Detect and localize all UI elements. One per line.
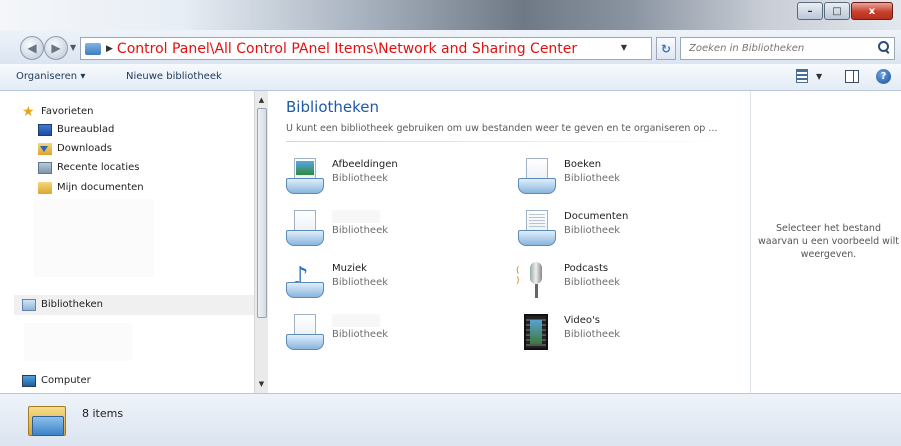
forward-button[interactable]: ▶ [44, 36, 68, 60]
library-name: Afbeeldingen [332, 159, 398, 170]
organize-button[interactable]: Organiseren ▾ [16, 71, 85, 82]
window-controls: – □ x [796, 2, 893, 20]
library-type: Bibliotheek [332, 329, 389, 340]
item-count: 8 items [82, 407, 124, 420]
library-name: Video's [564, 315, 600, 326]
library-item-books[interactable]: Boeken Bibliotheek [516, 156, 736, 204]
library-name: Documenten [564, 211, 629, 222]
recent-pages-dropdown[interactable]: ▼ [70, 43, 76, 52]
scrollbar-thumb[interactable] [257, 108, 267, 318]
address-path[interactable]: Control Panel\All Control PAnel Items\Ne… [117, 41, 577, 57]
libraries-icon [85, 42, 101, 55]
sidebar-item-label: Downloads [57, 143, 112, 154]
downloads-folder-icon [38, 142, 52, 155]
library-type: Bibliotheek [332, 173, 389, 184]
desktop-icon [38, 123, 52, 136]
back-button[interactable]: ◀ [20, 36, 44, 60]
chevron-right-icon[interactable]: ▶ [106, 44, 113, 54]
library-name-blank [332, 314, 380, 327]
pictures-library-icon [284, 158, 324, 196]
library-item-podcasts[interactable]: (( )) Podcasts Bibliotheek [516, 260, 736, 308]
sidebar-item-label: Mijn documenten [57, 182, 144, 193]
library-type: Bibliotheek [332, 277, 389, 288]
title-bar: – □ x [0, 0, 901, 30]
library-name: Muziek [332, 263, 367, 274]
blank-area [24, 323, 132, 361]
computer-icon [22, 374, 36, 387]
blank-area [34, 199, 154, 277]
help-icon[interactable]: ? [876, 69, 891, 84]
library-item-pictures[interactable]: Afbeeldingen Bibliotheek [284, 156, 504, 204]
new-library-button[interactable]: Nieuwe bibliotheek [126, 71, 222, 82]
search-input[interactable] [681, 43, 871, 54]
minimize-button[interactable]: – [797, 2, 823, 20]
refresh-button[interactable]: ↻ [656, 37, 676, 60]
library-item-music[interactable]: ♪ Muziek Bibliotheek [284, 260, 504, 308]
library-item-documents[interactable]: Documenten Bibliotheek [516, 208, 736, 256]
sidebar-item-label: Bureaublad [57, 124, 115, 135]
view-options-dropdown[interactable]: ▼ [816, 72, 822, 81]
library-name-blank [332, 210, 380, 223]
library-type: Bibliotheek [564, 225, 621, 236]
change-view-icon[interactable] [796, 69, 808, 83]
preview-pane: Selecteer het bestand waarvan u een voor… [750, 91, 901, 393]
address-dropdown-icon[interactable]: ▼ [621, 43, 627, 52]
library-type: Bibliotheek [332, 225, 389, 236]
sidebar-item-libraries[interactable]: Bibliotheken [22, 296, 103, 313]
page-description: U kunt een bibliotheek gebruiken om uw b… [286, 123, 718, 134]
search-icon[interactable] [878, 41, 889, 52]
arrow-right-icon: ▶ [51, 41, 61, 55]
books-library-icon [516, 158, 556, 196]
sidebar-item-label: Bibliotheken [41, 299, 103, 310]
sidebar-item-label: Favorieten [41, 106, 94, 117]
recent-places-icon [38, 161, 52, 174]
library-icon [284, 314, 324, 352]
scroll-up-icon[interactable]: ▲ [255, 93, 268, 107]
libraries-icon [22, 298, 36, 311]
details-bar: 8 items [0, 393, 901, 446]
preview-pane-icon[interactable] [845, 70, 859, 83]
library-name: Podcasts [564, 263, 609, 274]
sidebar-item-recent-places[interactable]: Recente locaties [38, 159, 139, 176]
address-row: ◀ ▶ ▼ ▶ Control Panel\All Control PAnel … [0, 30, 901, 64]
navigation-scrollbar[interactable]: ▲ ▼ [254, 91, 268, 393]
videos-library-icon [516, 314, 556, 352]
library-type: Bibliotheek [564, 329, 621, 340]
sidebar-item-label: Computer [41, 375, 91, 386]
address-bar[interactable]: ▶ Control Panel\All Control PAnel Items\… [80, 37, 652, 60]
library-item-videos[interactable]: Video's Bibliotheek [516, 312, 736, 360]
podcasts-library-icon: (( )) [516, 262, 556, 300]
sidebar-item-desktop[interactable]: Bureaublad [38, 121, 114, 138]
documents-library-icon [516, 210, 556, 248]
sidebar-item-favorites[interactable]: ★ Favorieten [22, 103, 93, 120]
sidebar-item-my-documents[interactable]: Mijn documenten [38, 179, 144, 196]
page-title: Bibliotheken [286, 98, 379, 116]
scroll-down-icon[interactable]: ▼ [255, 377, 268, 391]
divider [286, 141, 736, 142]
library-item-unnamed[interactable]: Bibliotheek [284, 312, 504, 360]
star-icon: ★ [22, 103, 35, 120]
library-type: Bibliotheek [564, 277, 621, 288]
sidebar-item-computer[interactable]: Computer [22, 372, 91, 389]
command-bar: Organiseren ▾ Nieuwe bibliotheek ▼ ? [0, 64, 901, 91]
refresh-icon: ↻ [660, 41, 672, 56]
library-item-unnamed[interactable]: Bibliotheek [284, 208, 504, 256]
sidebar-item-label: Recente locaties [57, 162, 140, 173]
sidebar-item-downloads[interactable]: Downloads [38, 140, 112, 157]
library-name: Boeken [564, 159, 602, 170]
search-box[interactable] [680, 37, 895, 60]
arrow-left-icon: ◀ [27, 41, 37, 55]
folder-icon [38, 181, 52, 194]
maximize-button[interactable]: □ [824, 2, 850, 20]
preview-placeholder-text: Selecteer het bestand waarvan u een voor… [758, 223, 899, 260]
libraries-folder-icon [28, 402, 68, 438]
library-type: Bibliotheek [564, 173, 621, 184]
music-library-icon: ♪ [284, 262, 324, 300]
library-icon [284, 210, 324, 248]
navigation-pane: ★ Favorieten Bureaublad Downloads Recent… [0, 91, 266, 393]
library-content: Bibliotheken U kunt een bibliotheek gebr… [268, 91, 750, 393]
close-button[interactable]: x [851, 2, 893, 20]
